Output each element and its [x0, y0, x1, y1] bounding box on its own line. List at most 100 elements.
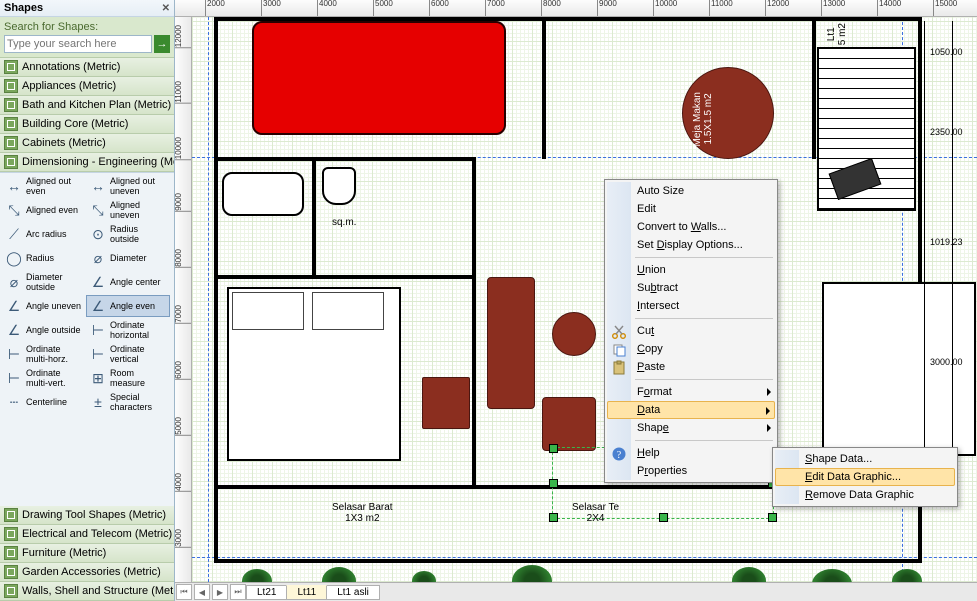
armchair-1[interactable] [542, 397, 596, 451]
shape-tool[interactable]: ⌀Diameter outside [2, 271, 86, 293]
menu-item[interactable]: Edit Data Graphic... [775, 468, 955, 486]
shape-tool[interactable]: ↔Aligned out even [2, 175, 86, 197]
tab-scroll-first[interactable]: ⏮ [176, 584, 192, 600]
bathtub[interactable] [222, 172, 304, 216]
toilet[interactable] [322, 167, 356, 205]
tool-label: Angle even [110, 301, 155, 311]
help-icon: ? [611, 446, 627, 462]
tool-icon: ⟋ [4, 224, 24, 244]
stencil-category[interactable]: Walls, Shell and Structure (Metric) [0, 582, 174, 601]
stencil-category[interactable]: Furniture (Metric) [0, 544, 174, 563]
stencil-label: Electrical and Telecom (Metric) [22, 528, 172, 540]
stencil-category[interactable]: Bath and Kitchen Plan (Metric) [0, 96, 174, 115]
stencil-icon [4, 155, 18, 169]
stencil-label: Appliances (Metric) [22, 80, 116, 92]
menu-item[interactable]: Edit [607, 200, 775, 218]
drawing-canvas[interactable]: Meja Makan 1.5X1.5 m2 sq.m. [192, 17, 977, 582]
coffee-table[interactable] [552, 312, 596, 356]
stencil-category[interactable]: Dimensioning - Engineering (Metric) [0, 153, 174, 172]
car-shape[interactable] [252, 21, 506, 135]
menu-item[interactable]: ? Help [607, 444, 775, 462]
shape-tool[interactable]: ◯Radius [2, 247, 86, 269]
menu-item[interactable]: Union [607, 261, 775, 279]
shape-tool[interactable]: ⤡Aligned uneven [86, 199, 170, 221]
stencil-icon [4, 584, 18, 598]
bath-area-label: sq.m. [332, 217, 356, 228]
search-input[interactable] [4, 35, 152, 53]
page-tab[interactable]: Lt21 [246, 585, 287, 600]
shape-tool[interactable]: ∠Angle uneven [2, 295, 86, 317]
stencil-category[interactable]: Building Core (Metric) [0, 115, 174, 134]
data-submenu: Shape Data...Edit Data Graphic...Remove … [772, 447, 958, 507]
tool-icon: ∠ [88, 272, 108, 292]
menu-item-label: Help [637, 447, 660, 459]
tool-icon: ┄ [4, 392, 24, 412]
menu-item[interactable]: Format [607, 383, 775, 401]
close-panel-button[interactable]: ✕ [162, 3, 170, 14]
shape-tool[interactable]: ⟋Arc radius [2, 223, 86, 245]
menu-item-label: Paste [637, 361, 665, 373]
tool-label: Diameter [110, 253, 147, 263]
shape-tool[interactable]: ∠Angle even [86, 295, 170, 317]
tab-scroll-last[interactable]: ⏭ [230, 584, 246, 600]
shape-tool[interactable]: ∠Angle outside [2, 319, 86, 341]
shape-tool[interactable]: ⤡Aligned even [2, 199, 86, 221]
menu-item[interactable]: Shape Data... [775, 450, 955, 468]
shape-tool[interactable]: ⊢Ordinate multi-horz. [2, 343, 86, 365]
menu-item[interactable]: Subtract [607, 279, 775, 297]
stencil-icon [4, 136, 18, 150]
menu-item-label: Data [637, 404, 660, 416]
dim-4: 3000.00 [930, 357, 976, 367]
menu-item[interactable]: Convert to Walls... [607, 218, 775, 236]
menu-item[interactable]: Shape [607, 419, 775, 437]
tool-label: Arc radius [26, 229, 67, 239]
shape-tool[interactable]: ⊞Room measure [86, 367, 170, 389]
shape-tool[interactable]: ┄Centerline [2, 391, 86, 413]
shape-tool[interactable]: ⊢Ordinate vertical [86, 343, 170, 365]
menu-item[interactable]: Paste [607, 358, 775, 376]
menu-item[interactable]: Auto Size [607, 182, 775, 200]
menu-item[interactable]: Set Display Options... [607, 236, 775, 254]
stencil-category[interactable]: Appliances (Metric) [0, 77, 174, 96]
stencil-category[interactable]: Electrical and Telecom (Metric) [0, 525, 174, 544]
menu-item[interactable]: Properties [607, 462, 775, 480]
stencil-category[interactable]: Drawing Tool Shapes (Metric) [0, 506, 174, 525]
menu-item[interactable]: Remove Data Graphic [775, 486, 955, 504]
shape-tool[interactable]: ⌀Diameter [86, 247, 170, 269]
menu-item[interactable]: Cut [607, 322, 775, 340]
stencil-category[interactable]: Cabinets (Metric) [0, 134, 174, 153]
menu-item-label: Cut [637, 325, 654, 337]
shape-tool[interactable]: ⊢Ordinate horizontal [86, 319, 170, 341]
menu-item-label: Edit [637, 203, 656, 215]
stencil-icon [4, 79, 18, 93]
stencil-category[interactable]: Garden Accessories (Metric) [0, 563, 174, 582]
tool-icon: ∠ [88, 296, 108, 316]
shape-tool[interactable]: ⊙Radius outside [86, 223, 170, 245]
dim-2: 2350.00 [930, 127, 976, 137]
stencil-icon [4, 565, 18, 579]
tool-label: Aligned even [26, 205, 78, 215]
shape-tool[interactable]: ∠Angle center [86, 271, 170, 293]
page-tab[interactable]: Lt11 [286, 585, 327, 600]
search-go-button[interactable]: → [154, 35, 170, 53]
shape-tool[interactable]: ⊢Ordinate multi-vert. [2, 367, 86, 389]
desk[interactable] [422, 377, 470, 429]
tool-icon: ⊢ [4, 344, 24, 364]
tab-scroll-next[interactable]: ▶ [212, 584, 228, 600]
tool-icon: ⌀ [4, 272, 24, 292]
menu-item[interactable]: Intersect [607, 297, 775, 315]
tab-scroll-prev[interactable]: ◀ [194, 584, 210, 600]
tool-icon: ⊢ [88, 344, 108, 364]
shape-tool[interactable]: ±Special characters [86, 391, 170, 413]
menu-item[interactable]: Copy [607, 340, 775, 358]
page-tab[interactable]: Lt1 asli [326, 585, 380, 600]
tool-icon: ↔ [88, 176, 108, 196]
tool-icon: ⤡ [88, 200, 108, 220]
dim-3: 1019.23 [930, 237, 976, 247]
menu-item[interactable]: Data [607, 401, 775, 419]
search-label: Search for Shapes: [4, 21, 170, 33]
shape-tool[interactable]: ↔Aligned out uneven [86, 175, 170, 197]
stencil-category[interactable]: Annotations (Metric) [0, 58, 174, 77]
stencil-icon [4, 508, 18, 522]
sofa-1[interactable] [487, 277, 535, 409]
